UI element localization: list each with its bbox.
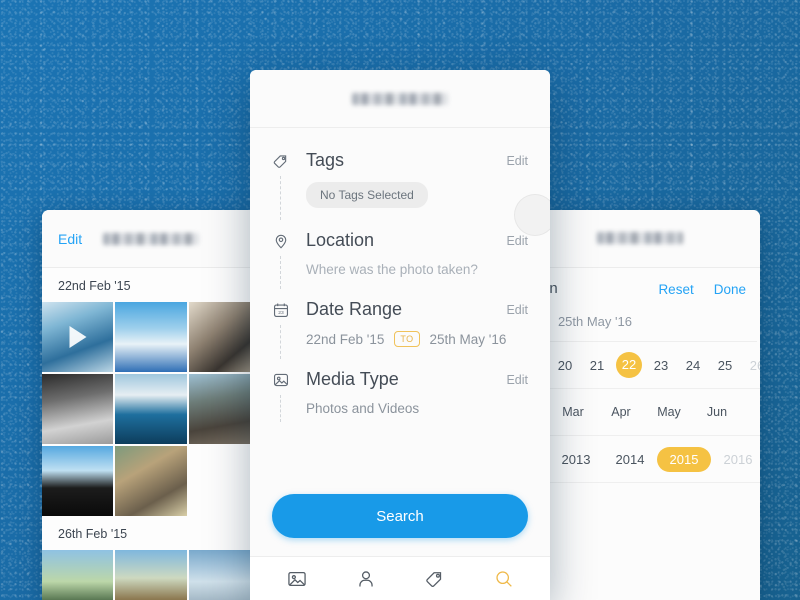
field-tags-row: Tags Edit — [272, 150, 528, 171]
picker-reset-button[interactable]: Reset — [658, 282, 693, 297]
picker-day-row: 20 21 22 23 24 25 26 — [545, 342, 760, 389]
svg-text:23: 23 — [278, 310, 284, 316]
field-tags-title: Tags — [306, 150, 345, 170]
date-range-start[interactable]: 22nd Feb '15 — [306, 332, 384, 347]
field-location-row: Location Edit — [272, 230, 528, 251]
picker-day-26[interactable]: 26 — [741, 358, 760, 373]
picker-range-summary: b '15 TO 25th May '16 — [545, 310, 757, 342]
field-connector-line — [280, 395, 281, 422]
field-connector-line — [280, 325, 281, 359]
field-tags-edit-button[interactable]: Edit — [506, 154, 528, 168]
picker-day-20[interactable]: 20 — [549, 358, 581, 373]
picker-year-2016[interactable]: 2016 — [711, 452, 760, 467]
field-media-type: Media Type Edit Photos and Videos — [272, 357, 528, 426]
picker-day-23[interactable]: 23 — [645, 358, 677, 373]
field-tags: Tags Edit No Tags Selected — [272, 138, 528, 220]
library-header: Edit — [42, 210, 260, 268]
media-image-icon — [272, 371, 290, 389]
picker-month-mar[interactable]: Mar — [549, 405, 597, 419]
field-media-type-title: Media Type — [306, 369, 399, 389]
field-media-type-value[interactable]: Photos and Videos — [272, 401, 528, 416]
tab-tags-tag-icon[interactable] — [424, 568, 446, 590]
picker-month-row: Mar Apr May Jun — [545, 389, 760, 436]
photo-thumb-glacier-ice-video[interactable] — [42, 302, 114, 372]
play-icon — [69, 326, 87, 348]
library-date-heading-2: 26th Feb '15 — [42, 516, 260, 550]
field-date-range: 23 Date Range Edit 22nd Feb '15 TO 25th … — [272, 287, 528, 359]
picker-day-21[interactable]: 21 — [581, 358, 613, 373]
picker-year-2015-selected[interactable]: 2015 — [657, 446, 711, 472]
picker-action-bar: on Reset Done — [545, 268, 760, 310]
search-filters-card: Tags Edit No Tags Selected Location Edit… — [250, 70, 550, 600]
date-range-picker-panel: on Reset Done b '15 TO 25th May '16 20 2… — [545, 210, 760, 600]
tag-icon — [272, 152, 290, 170]
library-edit-button[interactable]: Edit — [58, 231, 82, 247]
picker-month-apr[interactable]: Apr — [597, 405, 645, 419]
search-card-header — [250, 70, 550, 128]
photo-thumb-dog-sled-snow[interactable] — [115, 302, 187, 372]
photo-thumb-black-sand-beach-bw[interactable] — [42, 374, 114, 444]
field-tags-value-pill[interactable]: No Tags Selected — [306, 182, 428, 208]
picker-month-may[interactable]: May — [645, 405, 693, 419]
photo-thumb-highland-road[interactable] — [115, 550, 187, 600]
field-media-type-edit-button[interactable]: Edit — [506, 373, 528, 387]
tab-people-person-icon[interactable] — [355, 568, 377, 590]
date-range-to-chip: TO — [394, 331, 420, 347]
tab-search-search-icon[interactable] — [493, 568, 515, 590]
picker-day-25[interactable]: 25 — [709, 358, 741, 373]
search-button-wrapper: Search — [250, 494, 550, 556]
photo-thumb-iceberg-lagoon-person[interactable] — [115, 374, 187, 444]
picker-header — [545, 210, 760, 268]
photo-library-panel: Edit 22nd Feb '15 26th Feb '15 — [42, 210, 260, 600]
field-location: Location Edit Where was the photo taken? — [272, 218, 528, 289]
field-date-range-value: 22nd Feb '15 TO 25th May '16 — [272, 331, 528, 347]
location-pin-icon — [272, 232, 290, 250]
search-card-title-redacted — [352, 93, 448, 105]
search-card-body: Tags Edit No Tags Selected Location Edit… — [250, 128, 550, 494]
tab-photos-photo-icon[interactable] — [286, 568, 308, 590]
field-location-title: Location — [306, 230, 375, 250]
picker-day-22-selected[interactable]: 22 — [616, 352, 642, 378]
picker-range-end[interactable]: 25th May '16 — [558, 314, 632, 329]
field-date-range-title: Date Range — [306, 299, 403, 319]
bottom-tab-bar — [250, 556, 550, 600]
field-location-input[interactable]: Where was the photo taken? — [272, 262, 528, 277]
photo-thumb-green-mountain-road[interactable] — [42, 550, 114, 600]
picker-title-redacted — [597, 232, 683, 244]
picker-done-button[interactable]: Done — [714, 282, 746, 297]
field-location-edit-button[interactable]: Edit — [506, 234, 528, 248]
photo-grid-group-1 — [42, 302, 260, 516]
library-date-heading-1: 22nd Feb '15 — [42, 268, 260, 302]
field-connector-line — [280, 176, 281, 220]
picker-year-row: 2013 2014 2015 2016 — [545, 436, 760, 483]
calendar-icon: 23 — [272, 301, 290, 319]
photo-thumb-black-lava-field-sky[interactable] — [42, 446, 114, 516]
library-title-redacted — [103, 232, 199, 245]
field-connector-line — [280, 256, 281, 289]
field-date-range-row: Date Range Edit — [272, 299, 528, 320]
picker-day-24[interactable]: 24 — [677, 358, 709, 373]
field-media-type-row: Media Type Edit — [272, 369, 528, 390]
picker-year-2013[interactable]: 2013 — [549, 452, 603, 467]
search-button[interactable]: Search — [272, 494, 528, 538]
photo-grid-group-2 — [42, 550, 260, 600]
picker-month-jun[interactable]: Jun — [693, 405, 741, 419]
field-date-range-edit-button[interactable]: Edit — [506, 303, 528, 317]
date-range-end[interactable]: 25th May '16 — [430, 332, 507, 347]
photo-thumb-old-wooden-shed[interactable] — [115, 446, 187, 516]
picker-year-2014[interactable]: 2014 — [603, 452, 657, 467]
